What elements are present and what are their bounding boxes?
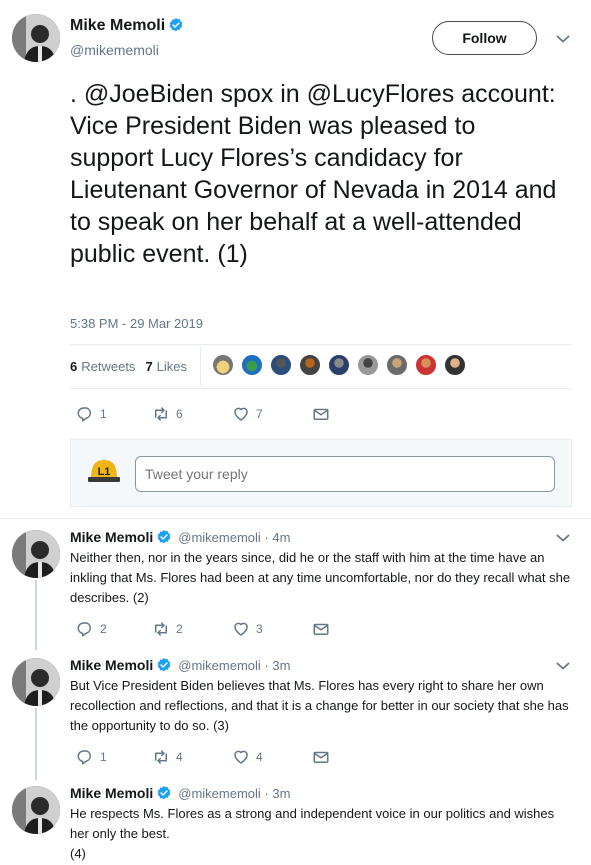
reply-text: Neither then, nor in the years since, di… bbox=[70, 550, 571, 605]
retweet-icon bbox=[152, 405, 170, 423]
reply-author-name: Mike Memoli bbox=[70, 657, 154, 673]
reply-header[interactable]: Mike Memoli @mikememoli · 3m bbox=[70, 657, 290, 673]
liker-avatar[interactable] bbox=[328, 354, 350, 376]
like-action[interactable]: 4 bbox=[232, 748, 263, 766]
reply-action[interactable]: 2 bbox=[76, 620, 107, 638]
reply-author-name: Mike Memoli bbox=[70, 785, 154, 801]
likers-avatars bbox=[212, 354, 473, 376]
thread-line bbox=[35, 580, 37, 650]
divider bbox=[70, 388, 572, 389]
reply-author-name: Mike Memoli bbox=[70, 529, 154, 545]
verified-icon bbox=[156, 529, 172, 545]
tweet-stats: 6 Retweets 7 Likes bbox=[70, 359, 187, 374]
author-name[interactable]: Mike Memoli bbox=[70, 17, 165, 34]
reply-icon bbox=[76, 620, 94, 638]
envelope-icon bbox=[312, 748, 330, 766]
user-avatar-text: L1 bbox=[98, 466, 111, 478]
user-avatar[interactable]: L1 bbox=[87, 457, 121, 483]
thread-line bbox=[35, 708, 37, 780]
reply-icon bbox=[76, 405, 94, 423]
liker-avatar[interactable] bbox=[415, 354, 437, 376]
heart-icon bbox=[232, 405, 250, 423]
like-action[interactable]: 3 bbox=[232, 620, 263, 638]
dm-action[interactable] bbox=[312, 748, 336, 766]
tweet-timestamp[interactable]: 5:38 PM - 29 Mar 2019 bbox=[70, 316, 203, 331]
reply-avatar[interactable] bbox=[12, 530, 60, 578]
dm-action[interactable] bbox=[312, 405, 336, 423]
divider bbox=[0, 518, 591, 519]
author-avatar[interactable] bbox=[12, 14, 60, 62]
tweet-text: . @JoeBiden spox in @LucyFlores account:… bbox=[70, 80, 557, 268]
liker-avatar[interactable] bbox=[299, 354, 321, 376]
verified-icon bbox=[156, 657, 172, 673]
reply-action[interactable]: 1 bbox=[76, 748, 107, 766]
reply-handle: @mikememoli · 4m bbox=[178, 530, 291, 545]
reply-icon bbox=[76, 748, 94, 766]
envelope-icon bbox=[312, 405, 330, 423]
liker-avatar[interactable] bbox=[270, 354, 292, 376]
reply-text: But Vice President Biden believes that M… bbox=[70, 678, 569, 733]
follow-button[interactable]: Follow bbox=[432, 21, 537, 55]
retweet-action[interactable]: 2 bbox=[152, 620, 183, 638]
likes-stat[interactable]: 7 Likes bbox=[145, 359, 187, 374]
liker-avatar[interactable] bbox=[241, 354, 263, 376]
dm-action[interactable] bbox=[312, 620, 336, 638]
liker-avatar[interactable] bbox=[212, 354, 234, 376]
reply-input[interactable] bbox=[135, 456, 555, 492]
retweet-icon bbox=[152, 748, 170, 766]
liker-avatar[interactable] bbox=[386, 354, 408, 376]
verified-icon bbox=[156, 785, 172, 801]
liker-avatar[interactable] bbox=[357, 354, 379, 376]
divider bbox=[70, 344, 572, 345]
retweets-stat[interactable]: 6 Retweets bbox=[70, 359, 135, 374]
liker-avatar[interactable] bbox=[444, 354, 466, 376]
reply-text-continued: (4) bbox=[70, 846, 86, 861]
reply-action[interactable]: 1 bbox=[76, 405, 107, 423]
reply-header[interactable]: Mike Memoli @mikememoli · 3m bbox=[70, 785, 290, 801]
retweet-icon bbox=[152, 620, 170, 638]
retweet-action[interactable]: 4 bbox=[152, 748, 183, 766]
chevron-down-icon[interactable] bbox=[556, 34, 570, 44]
verified-icon bbox=[168, 17, 184, 33]
envelope-icon bbox=[312, 620, 330, 638]
chevron-down-icon[interactable] bbox=[556, 533, 570, 543]
chevron-down-icon[interactable] bbox=[556, 661, 570, 671]
reply-composer: L1 bbox=[70, 439, 572, 507]
reply-handle: @mikememoli · 3m bbox=[178, 658, 291, 673]
heart-icon bbox=[232, 620, 250, 638]
reply-handle: @mikememoli · 3m bbox=[178, 786, 291, 801]
reply-avatar[interactable] bbox=[12, 658, 60, 706]
author-name-row[interactable]: Mike Memoli bbox=[70, 17, 184, 35]
like-action[interactable]: 7 bbox=[232, 405, 263, 423]
reply-avatar[interactable] bbox=[12, 786, 60, 834]
author-handle[interactable]: @mikememoli bbox=[70, 42, 159, 58]
reply-text: He respects Ms. Flores as a strong and i… bbox=[70, 806, 555, 841]
divider bbox=[200, 346, 201, 386]
retweet-action[interactable]: 6 bbox=[152, 405, 183, 423]
heart-icon bbox=[232, 748, 250, 766]
reply-header[interactable]: Mike Memoli @mikememoli · 4m bbox=[70, 529, 290, 545]
